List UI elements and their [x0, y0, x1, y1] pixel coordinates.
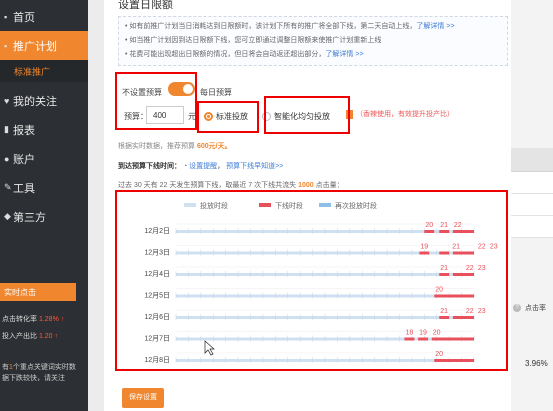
- offline-info-link[interactable]: 预算下线早知道>>: [226, 163, 283, 170]
- daily-budget-label: 每日预算: [200, 88, 232, 97]
- keyword-alert-message[interactable]: 有1个重点关键词实时数据下跌较快，请关注: [0, 362, 76, 384]
- help-icon: ?: [513, 304, 521, 312]
- realtime-click-title: 实时点击: [4, 287, 36, 297]
- sidebar-item-label: 首页: [13, 11, 35, 24]
- tips-box: • 如有前推广计划当日消耗达到日限额时，该计划下所有的推广将全部下线，第二天自动…: [118, 16, 508, 66]
- offline-time-row: 到达预算下线时间： ◔ 设置提醒， 预算下线早知道>>: [118, 163, 284, 170]
- sidebar-subitem-label: 标准推广: [14, 66, 51, 77]
- annotation-box-budget: [115, 72, 197, 130]
- summary-suffix: 点击量：: [315, 182, 344, 189]
- tip-line: • 如当推广计划因到达日限额下线，您可立即通过调整日限额来使推广计划重新上线: [125, 37, 382, 44]
- stat-value: 1.20 ↑: [38, 333, 59, 340]
- sidebar-item-reports[interactable]: ▮ 报表: [0, 115, 88, 144]
- app-root: ▪ 首页 ▪ 推广计划 标准推广 ♥ 我的关注 ▮ 报表 ● 账户 ✎ 工具 ◆…: [0, 0, 553, 411]
- ctr-column-header[interactable]: ? 点击率: [513, 303, 546, 313]
- learn-more-link[interactable]: 了解详情 >>: [416, 23, 454, 30]
- alert-prefix: 有: [2, 364, 9, 371]
- recommend-value: 600: [196, 143, 209, 150]
- tip-line: • 花费可能出现超出日限额的情况，但日将会自动返还超出部分，了解详情 >>: [125, 51, 364, 58]
- sidebar-item-third-party[interactable]: ◆ 第三方: [0, 202, 88, 231]
- stat-label: 投入产出比: [2, 333, 37, 340]
- table-header: [511, 148, 553, 172]
- plugin-icon: ◆: [4, 211, 11, 221]
- tip-line: • 如有前推广计划当日消耗达到日限额时，该计划下所有的推广将全部下线，第二天自动…: [125, 23, 455, 30]
- sidebar-item-label: 账户: [13, 153, 35, 166]
- sidebar-item-label: 报表: [13, 124, 35, 137]
- stat-value: 1.28% ↑: [38, 316, 65, 323]
- table-row: [511, 172, 553, 194]
- annotation-box-chart: [115, 190, 508, 371]
- recommend-suffix: 元/天。: [208, 143, 232, 150]
- clock-icon: ◔: [182, 163, 188, 170]
- sidebar-item-label: 第三方: [13, 211, 46, 224]
- recommend-budget-text: 根据实时数据，推荐预算 600元/天。: [118, 141, 232, 151]
- learn-more-link[interactable]: 了解详情 >>: [325, 51, 363, 58]
- ctr-header-label: 点击率: [525, 305, 546, 312]
- ctr-value: 3.96%: [525, 359, 548, 368]
- tip-text: 如有前推广计划当日消耗达到日限额时，该计划下所有的推广将全部下线，第二天自动上线…: [129, 23, 417, 30]
- sidebar-item-label: 推广计划: [13, 40, 57, 53]
- account-icon: ●: [4, 153, 10, 164]
- stat-conversion: 点击转化率 1.28% ↑: [0, 314, 64, 324]
- page-title: 设置日限额: [118, 0, 173, 11]
- sidebar-item-follow[interactable]: ♥ 我的关注: [0, 86, 88, 115]
- sidebar-subitem-standard[interactable]: 标准推广: [0, 60, 88, 82]
- offline-summary: 过去 30 天有 22 天发生预算下线，取最近 7 次下线共流失 1000 点击…: [118, 180, 344, 190]
- smart-delivery-note: （香辣使用，有效提升投产比）: [346, 109, 454, 119]
- campaign-icon: ▪: [4, 40, 8, 51]
- right-data-panel: ? 点击率 3.96%: [511, 0, 553, 411]
- table-row: [511, 216, 553, 238]
- alert-text: 个重点关键词实时数据下跌较快，请关注: [2, 364, 76, 382]
- recommend-prefix: 根据实时数据，推荐预算: [118, 143, 195, 150]
- heart-icon: ♥: [4, 95, 10, 106]
- stat-roi: 投入产出比 1.20 ↑: [0, 331, 58, 341]
- sidebar-item-tools[interactable]: ✎ 工具: [0, 173, 88, 202]
- annotation-box-smart: [264, 96, 350, 134]
- summary-text: 过去 30 天有 22 天发生预算下线，取最近 7 次下线共流失: [118, 182, 297, 189]
- sidebar-item-home[interactable]: ▪ 首页: [0, 2, 88, 31]
- sidebar: ▪ 首页 ▪ 推广计划 标准推广 ♥ 我的关注 ▮ 报表 ● 账户 ✎ 工具 ◆…: [0, 0, 88, 411]
- tip-text: 花费可能出现超出日限额的情况，但日将会自动返还超出部分，: [129, 51, 326, 58]
- annotation-box-standard: [197, 101, 259, 133]
- sidebar-item-account[interactable]: ● 账户: [0, 144, 88, 173]
- tool-icon: ✎: [4, 182, 12, 192]
- table-row: [511, 194, 553, 216]
- sidebar-item-campaigns[interactable]: ▪ 推广计划: [0, 31, 88, 60]
- stat-label: 点击转化率: [2, 316, 37, 323]
- sidebar-item-label: 我的关注: [13, 95, 57, 108]
- home-icon: ▪: [4, 11, 8, 22]
- lost-clicks: 1000: [298, 182, 314, 189]
- smart-note-text: （香辣使用，有效提升投产比）: [356, 111, 454, 118]
- set-reminder-link[interactable]: 设置提醒: [189, 163, 217, 170]
- sidebar-item-label: 工具: [13, 182, 35, 195]
- tip-text: 如当推广计划因到达日限额下线，您可立即通过调整日限额来使推广计划重新上线: [129, 37, 382, 44]
- save-settings-button[interactable]: 保存设置: [122, 388, 164, 408]
- realtime-click-header[interactable]: 实时点击: [0, 283, 76, 301]
- offline-time-label: 到达预算下线时间：: [118, 163, 181, 170]
- report-icon: ▮: [4, 124, 9, 134]
